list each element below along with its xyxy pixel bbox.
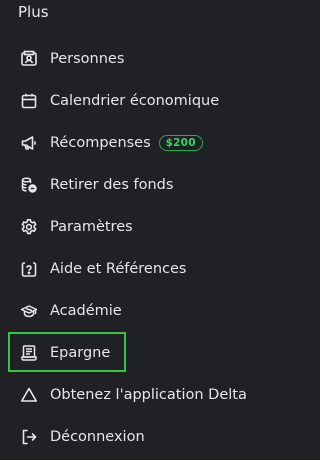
logout-icon (20, 428, 38, 446)
menu-item-label: Déconnexion (50, 429, 145, 445)
menu-item-deconnexion[interactable]: Déconnexion (0, 416, 260, 458)
menu-item-parametres[interactable]: Paramètres (0, 206, 260, 248)
reward-amount-badge: $200 (158, 135, 203, 151)
menu-item-label: Aide et Références (50, 261, 187, 277)
gear-icon (20, 218, 38, 236)
menu-item-calendrier-economique[interactable]: Calendrier économique (0, 80, 260, 122)
coins-withdraw-icon (20, 176, 38, 194)
delta-triangle-icon (20, 386, 38, 404)
help-question-icon (20, 260, 38, 278)
megaphone-icon (20, 134, 38, 152)
menu-item-retirer-des-fonds[interactable]: Retirer des fonds (0, 164, 260, 206)
menu-item-label: Récompenses (50, 135, 151, 151)
menu-item-academie[interactable]: Académie (0, 290, 260, 332)
menu-item-obtenez-application-delta[interactable]: Obtenez l'application Delta (0, 374, 260, 416)
menu-item-label: Personnes (50, 51, 125, 67)
menu-item-personnes[interactable]: Personnes (0, 38, 260, 80)
contact-card-icon (20, 50, 38, 68)
menu-item-label: Calendrier économique (50, 93, 220, 109)
menu-item-label: Epargne (50, 345, 111, 361)
menu-item-recompenses[interactable]: Récompenses $200 (0, 122, 260, 164)
menu-title: Plus (18, 3, 49, 21)
calendar-icon (20, 92, 38, 110)
menu-item-label: Académie (50, 303, 122, 319)
menu-item-label: Retirer des fonds (50, 177, 174, 193)
graduation-cap-icon (20, 302, 38, 320)
savings-scroll-icon (20, 344, 38, 362)
menu-item-label: Paramètres (50, 219, 133, 235)
menu-item-epargne[interactable]: Epargne (0, 332, 260, 374)
menu-item-label: Obtenez l'application Delta (50, 387, 247, 403)
menu-item-aide-et-references[interactable]: Aide et Références (0, 248, 260, 290)
menu-list: Personnes Calendrier économique Récompen… (0, 38, 260, 458)
